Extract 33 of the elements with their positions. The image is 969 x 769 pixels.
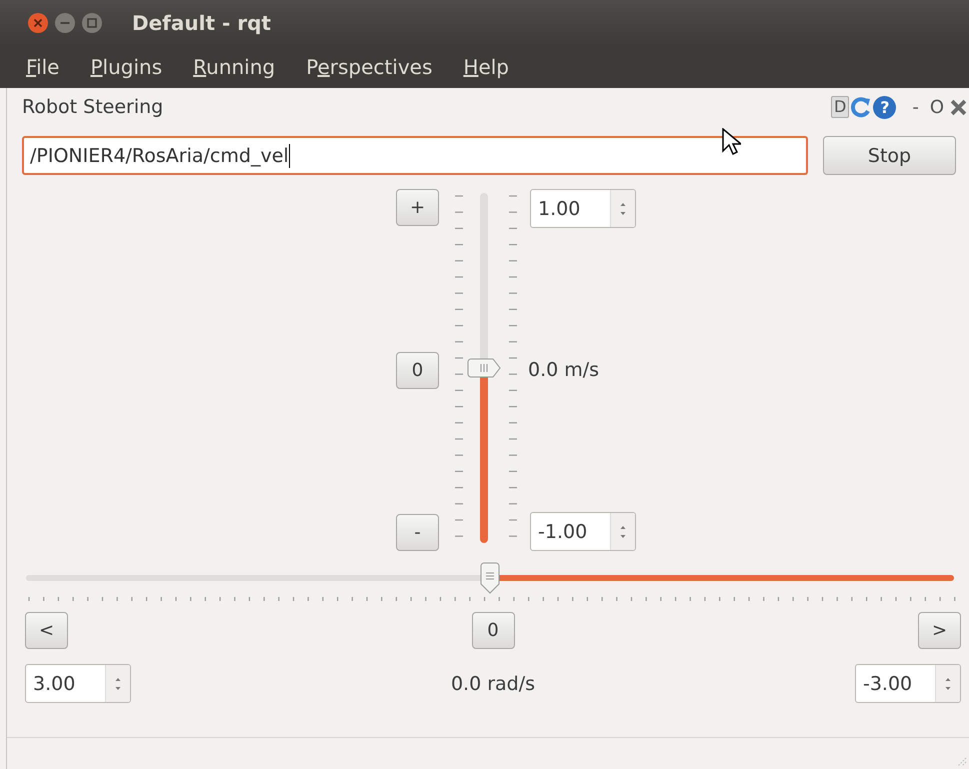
dock-button[interactable]: O: [930, 96, 944, 118]
speed-reading: 0.0 m/s: [528, 359, 600, 381]
close-icon[interactable]: [950, 98, 967, 116]
mouse-pointer-icon: [721, 128, 741, 156]
menu-item[interactable]: Plugins: [90, 54, 162, 78]
menu-item[interactable]: Help: [463, 54, 509, 78]
turn-button[interactable]: <: [25, 612, 68, 649]
turn-button[interactable]: 0: [472, 612, 514, 649]
min-speed-spinbox[interactable]: -1.00: [530, 512, 636, 551]
stop-button[interactable]: Stop: [823, 136, 956, 175]
speed-button[interactable]: +: [396, 189, 439, 226]
slider-thumb[interactable]: [467, 358, 501, 378]
menu-item[interactable]: Running: [193, 54, 276, 78]
dynamic-reconfigure-button[interactable]: D: [831, 96, 850, 118]
topic-field[interactable]: /PIONIER4/RosAria/cmd_vel: [22, 136, 808, 175]
dock-button[interactable]: -: [912, 96, 919, 118]
turn-button[interactable]: >: [918, 612, 961, 649]
menu-item[interactable]: Perspectives: [306, 54, 432, 78]
close-icon[interactable]: [27, 12, 49, 34]
slider-thumb[interactable]: [480, 562, 500, 594]
menu-item[interactable]: File: [26, 54, 60, 78]
window-title: Default - rqt: [132, 10, 271, 34]
turn-reading: 0.0 rad/s: [450, 672, 536, 694]
maximize-icon[interactable]: [81, 12, 103, 34]
minimize-icon[interactable]: [54, 12, 76, 34]
plugin-title: Robot Steering: [22, 96, 164, 118]
max-turn-spinbox[interactable]: 3.00: [25, 664, 131, 703]
speed-button[interactable]: 0: [396, 352, 439, 388]
help-button[interactable]: ?: [873, 96, 896, 118]
max-speed-spinbox[interactable]: 1.00: [530, 189, 636, 228]
min-turn-spinbox[interactable]: -3.00: [854, 664, 961, 703]
reload-icon[interactable]: [850, 96, 872, 118]
speed-button[interactable]: -: [396, 514, 439, 551]
